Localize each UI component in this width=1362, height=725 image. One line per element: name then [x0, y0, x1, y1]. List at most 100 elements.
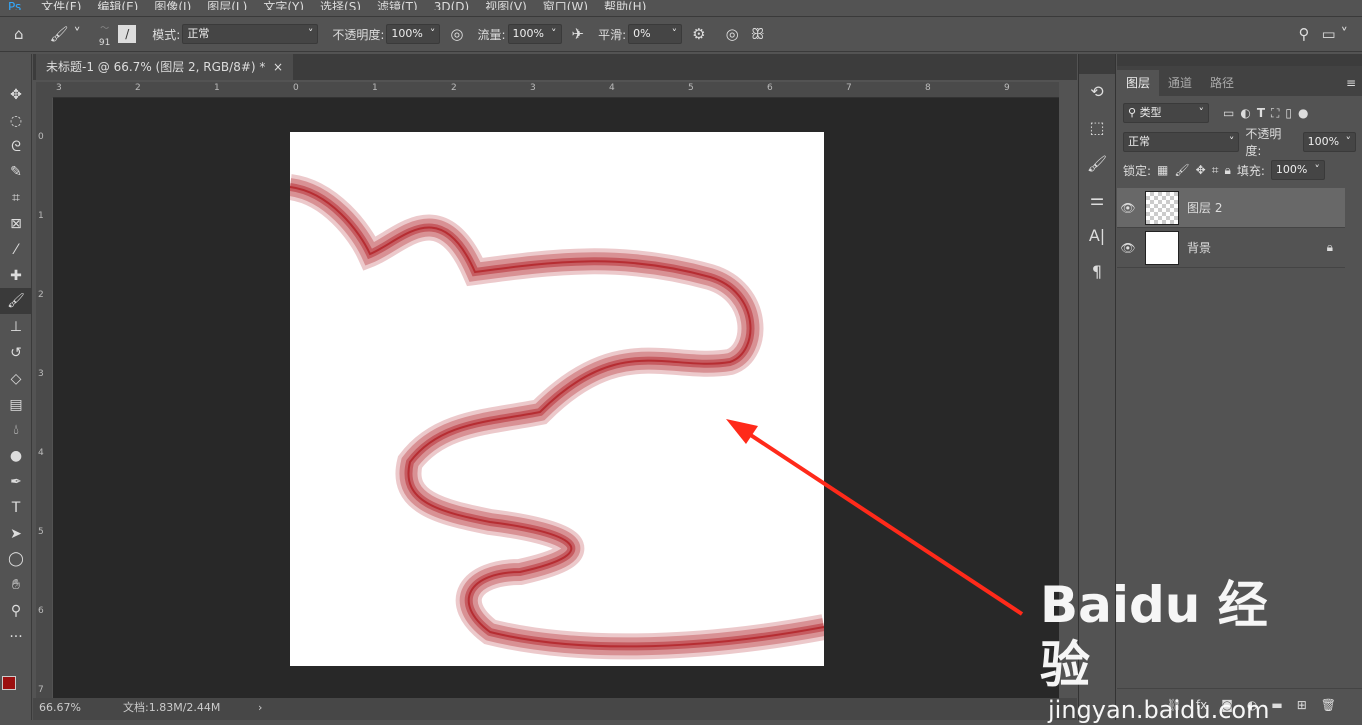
- menu-item[interactable]: 3D(D): [434, 1, 469, 10]
- mode-label: 模式:: [152, 27, 181, 42]
- eraser-tool-icon[interactable]: ◇: [0, 366, 32, 392]
- menu-item[interactable]: 文字(Y): [263, 1, 304, 10]
- crop-tool-icon[interactable]: ⌗: [0, 185, 32, 211]
- smart-object-filter-icon[interactable]: ▯: [1285, 106, 1292, 120]
- 3d-panel-icon[interactable]: ⬚: [1079, 110, 1115, 146]
- blur-tool-icon[interactable]: 💧︎: [0, 417, 32, 443]
- delete-layer-icon[interactable]: 🗑︎: [1321, 698, 1336, 712]
- menu-item[interactable]: 视图(V): [485, 1, 527, 10]
- lock-artboard-icon[interactable]: ⌗: [1212, 163, 1219, 178]
- frame-tool-icon[interactable]: ⊠: [0, 211, 32, 237]
- zoom-tool-icon[interactable]: ⚲: [0, 598, 32, 624]
- smooth-input[interactable]: 0% ˅: [628, 24, 683, 44]
- adjustment-filter-icon[interactable]: ◐: [1240, 106, 1250, 120]
- pressure-size-icon[interactable]: ◎: [726, 25, 739, 43]
- layer-row-background[interactable]: 👁︎ 背景 🔒︎: [1117, 228, 1345, 268]
- brush-settings-icon[interactable]: 🖌︎: [1079, 146, 1115, 182]
- move-tool-icon[interactable]: ✥: [0, 82, 32, 108]
- history-panel-icon[interactable]: ⟲: [1079, 74, 1115, 110]
- close-tab-icon[interactable]: ×: [273, 60, 283, 74]
- home-icon[interactable]: ⌂: [14, 25, 24, 43]
- status-menu-arrow[interactable]: ›: [258, 699, 262, 717]
- hand-tool-icon[interactable]: ✋︎: [0, 572, 32, 598]
- blend-mode-select[interactable]: 正常 ˅: [1123, 132, 1240, 152]
- document-tab[interactable]: 未标题-1 @ 66.7% (图层 2, RGB/8#) * ×: [36, 54, 294, 80]
- opacity-input[interactable]: 100% ˅: [386, 24, 441, 44]
- ruler-label: 2: [451, 83, 457, 93]
- menu-item[interactable]: 编辑(E): [97, 1, 138, 10]
- ruler-label: 1: [214, 83, 220, 93]
- ruler-label: 2: [38, 290, 44, 300]
- menu-item[interactable]: 窗口(W): [543, 1, 588, 10]
- brush-panel-icon[interactable]: /: [118, 25, 137, 43]
- pixel-filter-icon[interactable]: ▭: [1223, 106, 1234, 120]
- dodge-tool-icon[interactable]: ●: [0, 443, 32, 469]
- fill-input[interactable]: 100% ˅: [1270, 160, 1325, 180]
- gradient-tool-icon[interactable]: ▤: [0, 392, 32, 418]
- tools-panel: ✥ ◌ ᘓ ✎ ⌗ ⊠ ⁄ ✚ 🖌︎ ⊥ ↺ ◇ ▤ 💧︎ ● ✒ T ➤ ◯ …: [0, 54, 32, 720]
- menu-item[interactable]: 图像(I): [154, 1, 191, 10]
- zoom-level[interactable]: 66.67%: [39, 699, 81, 717]
- tab-channels[interactable]: 通道: [1159, 70, 1201, 96]
- type-filter-icon[interactable]: T: [1257, 106, 1265, 120]
- path-select-tool-icon[interactable]: ➤: [0, 521, 32, 547]
- gear-icon[interactable]: ⚙: [692, 25, 705, 43]
- panel-menu-icon[interactable]: ≡: [1346, 70, 1356, 96]
- marquee-tool-icon[interactable]: ◌: [0, 108, 32, 134]
- symmetry-icon[interactable]: ꕥ: [751, 25, 765, 43]
- search-icon[interactable]: ⚲: [1299, 25, 1310, 43]
- menu-item[interactable]: 选择(S): [320, 1, 361, 10]
- opacity-value: 100%: [391, 27, 423, 40]
- tab-layers[interactable]: 图层: [1117, 70, 1160, 96]
- character-panel-icon[interactable]: A|: [1079, 218, 1115, 254]
- mode-value: 正常: [187, 27, 210, 40]
- lock-all-icon[interactable]: 🔒︎: [1224, 163, 1230, 178]
- healing-tool-icon[interactable]: ✚: [0, 263, 32, 289]
- quick-select-tool-icon[interactable]: ✎: [0, 159, 32, 185]
- layer-name[interactable]: 图层 2: [1187, 199, 1222, 216]
- menu-item[interactable]: 帮助(H): [604, 1, 646, 10]
- brush-size[interactable]: 〜 91: [99, 21, 110, 48]
- airbrush-icon[interactable]: ✈: [572, 25, 585, 43]
- ellipse-tool-icon[interactable]: ◯: [0, 546, 32, 572]
- baidu-watermark: Baidu 经验 jingyan.baidu.com: [1040, 575, 1300, 724]
- tab-paths[interactable]: 路径: [1201, 70, 1243, 96]
- layer-opacity-input[interactable]: 100% ˅: [1302, 132, 1356, 152]
- layer-thumbnail: [1145, 230, 1179, 265]
- lock-transparent-icon[interactable]: ▦: [1157, 163, 1168, 177]
- lock-position-icon[interactable]: ✥: [1196, 163, 1206, 177]
- adjustments-icon[interactable]: ⚌: [1079, 182, 1115, 218]
- flow-value: 100%: [512, 27, 544, 40]
- stamp-tool-icon[interactable]: ⊥: [0, 314, 32, 340]
- filter-toggle[interactable]: ●: [1298, 106, 1308, 120]
- filter-value: 类型: [1139, 106, 1162, 119]
- flow-input[interactable]: 100% ˅: [507, 24, 562, 44]
- workspace-icon[interactable]: ▭ ˅: [1322, 25, 1348, 43]
- pen-tool-icon[interactable]: ✒: [0, 469, 32, 495]
- paragraph-panel-icon[interactable]: ¶: [1079, 254, 1115, 290]
- visibility-eye-icon[interactable]: 👁︎: [1117, 201, 1139, 215]
- brush-tool-icon[interactable]: 🖌︎: [0, 288, 32, 315]
- pressure-opacity-icon[interactable]: ◎: [450, 25, 463, 43]
- mode-select[interactable]: 正常 ˅: [182, 24, 319, 44]
- ruler-label: 4: [609, 83, 615, 93]
- eyedropper-tool-icon[interactable]: ⁄: [0, 237, 32, 263]
- layer-name[interactable]: 背景: [1187, 239, 1211, 256]
- lock-pixels-icon[interactable]: 🖌︎: [1174, 163, 1189, 177]
- watermark-brand: Baidu 经验: [1040, 576, 1268, 694]
- menu-item[interactable]: 图层(L): [207, 1, 247, 10]
- brush-preset-icon[interactable]: 🖌︎ ˅: [50, 25, 81, 43]
- lasso-tool-icon[interactable]: ᘓ: [0, 134, 32, 160]
- ruler-label: 4: [38, 448, 44, 458]
- options-bar: ⌂ 🖌︎ ˅ 〜 91 / 模式: 正常 ˅ 不透明度: 100% ˅ ◎ 流量: 1…: [0, 16, 1362, 52]
- visibility-eye-icon[interactable]: 👁︎: [1117, 241, 1139, 255]
- shape-filter-icon[interactable]: ⛶: [1271, 106, 1279, 121]
- foreground-color-swatch[interactable]: [2, 676, 16, 690]
- menu-item[interactable]: 滤镜(T): [377, 1, 418, 10]
- layer-row-layer2[interactable]: 👁︎ 图层 2: [1117, 188, 1345, 228]
- type-tool-icon[interactable]: T: [0, 495, 32, 521]
- more-tools-icon[interactable]: ···: [0, 624, 32, 650]
- layer-filter-select[interactable]: ⚲ 类型 ˅: [1123, 103, 1209, 123]
- menu-item[interactable]: 文件(F): [41, 1, 81, 10]
- history-brush-icon[interactable]: ↺: [0, 340, 32, 366]
